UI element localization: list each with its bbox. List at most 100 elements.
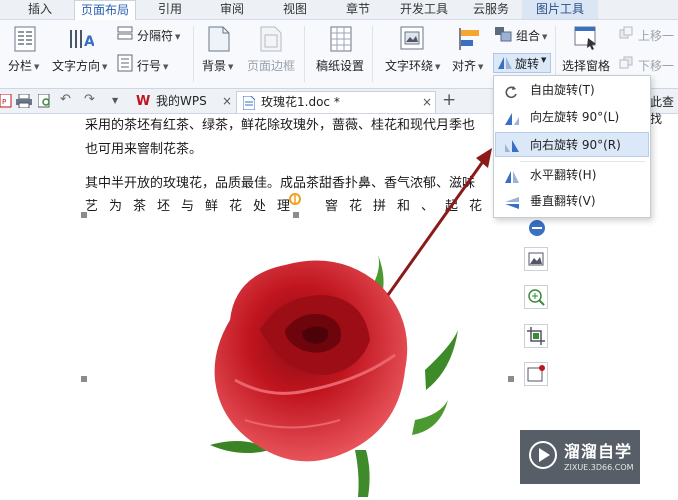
tab-view[interactable]: 视图 <box>275 0 315 19</box>
group-button[interactable]: 组合 ▼ <box>516 27 547 44</box>
menu-item-rotate-left-90[interactable]: 向左旋转 90°(L) <box>495 105 649 130</box>
columns-icon <box>14 26 36 55</box>
new-tab-button[interactable]: + <box>442 90 456 110</box>
tab-document[interactable]: 玫瑰花1.doc * × <box>236 91 436 113</box>
selection-pane-icon <box>574 26 598 53</box>
picture-border-button[interactable] <box>524 362 548 386</box>
ribbon-divider <box>193 26 194 82</box>
bring-forward-button[interactable]: 上移一 <box>638 27 674 44</box>
tab-developer-tools[interactable]: 开发工具 <box>394 0 454 19</box>
rotate-label: 旋转 <box>515 57 540 71</box>
resize-handle[interactable] <box>293 212 299 218</box>
tab-references[interactable]: 引用 <box>150 0 190 19</box>
ribbon-divider <box>372 26 373 82</box>
tab-cloud-service[interactable]: 云服务 <box>466 0 516 19</box>
line-number-icon <box>117 54 133 75</box>
collapse-icon[interactable] <box>529 220 545 236</box>
quick-access-dropdown-icon[interactable]: ▼ <box>112 96 118 105</box>
tab-page-layout[interactable]: 页面布局 <box>74 0 136 20</box>
redo-icon[interactable]: ↷ <box>84 92 95 107</box>
background-label: 背景 <box>202 59 227 73</box>
group-label: 组合 <box>516 29 541 43</box>
resize-handle[interactable] <box>508 376 514 382</box>
line4-char: 坯 <box>157 199 171 214</box>
paragraph-line-1: 采用的茶坯有红茶、绿茶，鲜花除玫瑰外，蔷薇、桂花和现代月季也 <box>85 118 476 133</box>
close-icon[interactable]: × <box>422 92 432 113</box>
text-direction-button[interactable]: 文字方向 ▼ <box>52 57 107 74</box>
text-wrap-label: 文字环绕 <box>385 59 434 73</box>
send-backward-button[interactable]: 下移一 <box>638 57 674 74</box>
flip-vertical-icon <box>504 194 520 219</box>
svg-text:A: A <box>84 34 94 50</box>
ribbon-divider <box>304 26 305 82</box>
text-wrap-icon <box>400 26 424 53</box>
chevron-down-icon: ▼ <box>228 62 234 71</box>
ribbon-tab-bar: 插入 页面布局 引用 审阅 视图 章节 开发工具 云服务 图片工具 <box>0 0 678 20</box>
background-button[interactable]: 背景 ▼ <box>202 57 233 74</box>
line4-char: 处 <box>253 199 267 214</box>
draft-paper-icon <box>330 26 352 55</box>
page-border-icon <box>260 26 282 55</box>
rotate-dropdown-menu: 自由旋转(T) 向左旋转 90°(L) 向右旋转 90°(R) 水平翻转(H) … <box>493 75 651 218</box>
menu-divider <box>520 161 645 162</box>
chevron-down-icon: ▼ <box>435 62 441 71</box>
menu-item-free-rotate[interactable]: 自由旋转(T) <box>495 78 649 103</box>
tab-insert[interactable]: 插入 <box>20 0 60 19</box>
menu-item-label: 向右旋转 90°(R) <box>530 138 621 152</box>
columns-button[interactable]: 分栏 ▼ <box>8 57 39 74</box>
menu-item-rotate-right-90[interactable]: 向右旋转 90°(R) <box>495 132 649 157</box>
page-border-button[interactable]: 页面边框 <box>247 57 295 74</box>
tab-review[interactable]: 审阅 <box>212 0 252 19</box>
draft-settings-button[interactable]: 稿纸设置 <box>316 57 364 74</box>
print-icon[interactable] <box>16 93 32 111</box>
close-icon[interactable]: × <box>222 91 232 112</box>
tab-my-wps-label: 我的WPS <box>156 94 207 108</box>
separator-label: 分隔符 <box>137 29 174 43</box>
undo-icon[interactable]: ↶ <box>60 92 71 107</box>
ribbon-divider <box>555 26 556 82</box>
selection-pane-button[interactable]: 选择窗格 <box>562 57 610 74</box>
zoom-in-icon <box>528 289 545 306</box>
line4-char: 窨 <box>325 199 339 214</box>
crop-button[interactable] <box>524 324 548 348</box>
picture-icon <box>528 252 544 266</box>
separator-button[interactable]: 分隔符 ▼ <box>137 27 180 44</box>
chevron-down-icon: ▼ <box>542 32 548 41</box>
chevron-down-icon: ▼ <box>102 62 108 71</box>
watermark-title: 溜溜自学 <box>564 442 633 461</box>
separator-icon <box>117 25 133 44</box>
crop-icon <box>527 327 545 345</box>
menu-item-label: 自由旋转(T) <box>530 83 595 97</box>
align-button[interactable]: 对齐 ▼ <box>452 57 483 74</box>
text-direction-label: 文字方向 <box>52 59 101 73</box>
chevron-down-icon: ▼ <box>34 62 40 71</box>
annotation-arrow <box>380 140 500 303</box>
resize-handle[interactable] <box>81 212 87 218</box>
tab-picture-tools[interactable]: 图片工具 <box>522 0 598 19</box>
line4-char: 与 <box>181 199 195 214</box>
anchor-icon[interactable] <box>288 192 302 209</box>
line-number-label: 行号 <box>137 59 162 73</box>
resize-handle[interactable] <box>81 376 87 382</box>
search-box-fragment[interactable]: 此查找 <box>650 93 678 127</box>
tab-my-wps[interactable]: W 我的WPS × <box>130 91 234 112</box>
menu-item-flip-vertical[interactable]: 垂直翻转(V) <box>495 189 649 214</box>
menu-item-label: 向左旋转 90°(L) <box>530 110 620 124</box>
text-wrap-button[interactable]: 文字环绕 ▼ <box>385 57 440 74</box>
align-label: 对齐 <box>452 59 477 73</box>
watermark-url: ZIXUE.3D66.COM <box>564 463 634 472</box>
line-number-button[interactable]: 行号 ▼ <box>137 57 168 74</box>
rotate-icon <box>497 56 513 73</box>
chevron-down-icon: ▼ <box>541 56 547 64</box>
print-preview-icon[interactable] <box>37 93 52 111</box>
menu-item-flip-horizontal[interactable]: 水平翻转(H) <box>495 163 649 188</box>
pdf-icon[interactable]: P <box>0 93 12 111</box>
rotate-button[interactable]: 旋转 ▼ <box>493 53 551 73</box>
tab-chapter[interactable]: 章节 <box>338 0 378 19</box>
zoom-in-button[interactable] <box>524 285 548 309</box>
group-icon <box>494 26 512 45</box>
chevron-down-icon: ▼ <box>175 32 181 41</box>
picture-layout-button[interactable] <box>524 247 548 271</box>
bring-forward-icon <box>619 26 633 43</box>
line4-char: 花 <box>229 199 243 214</box>
